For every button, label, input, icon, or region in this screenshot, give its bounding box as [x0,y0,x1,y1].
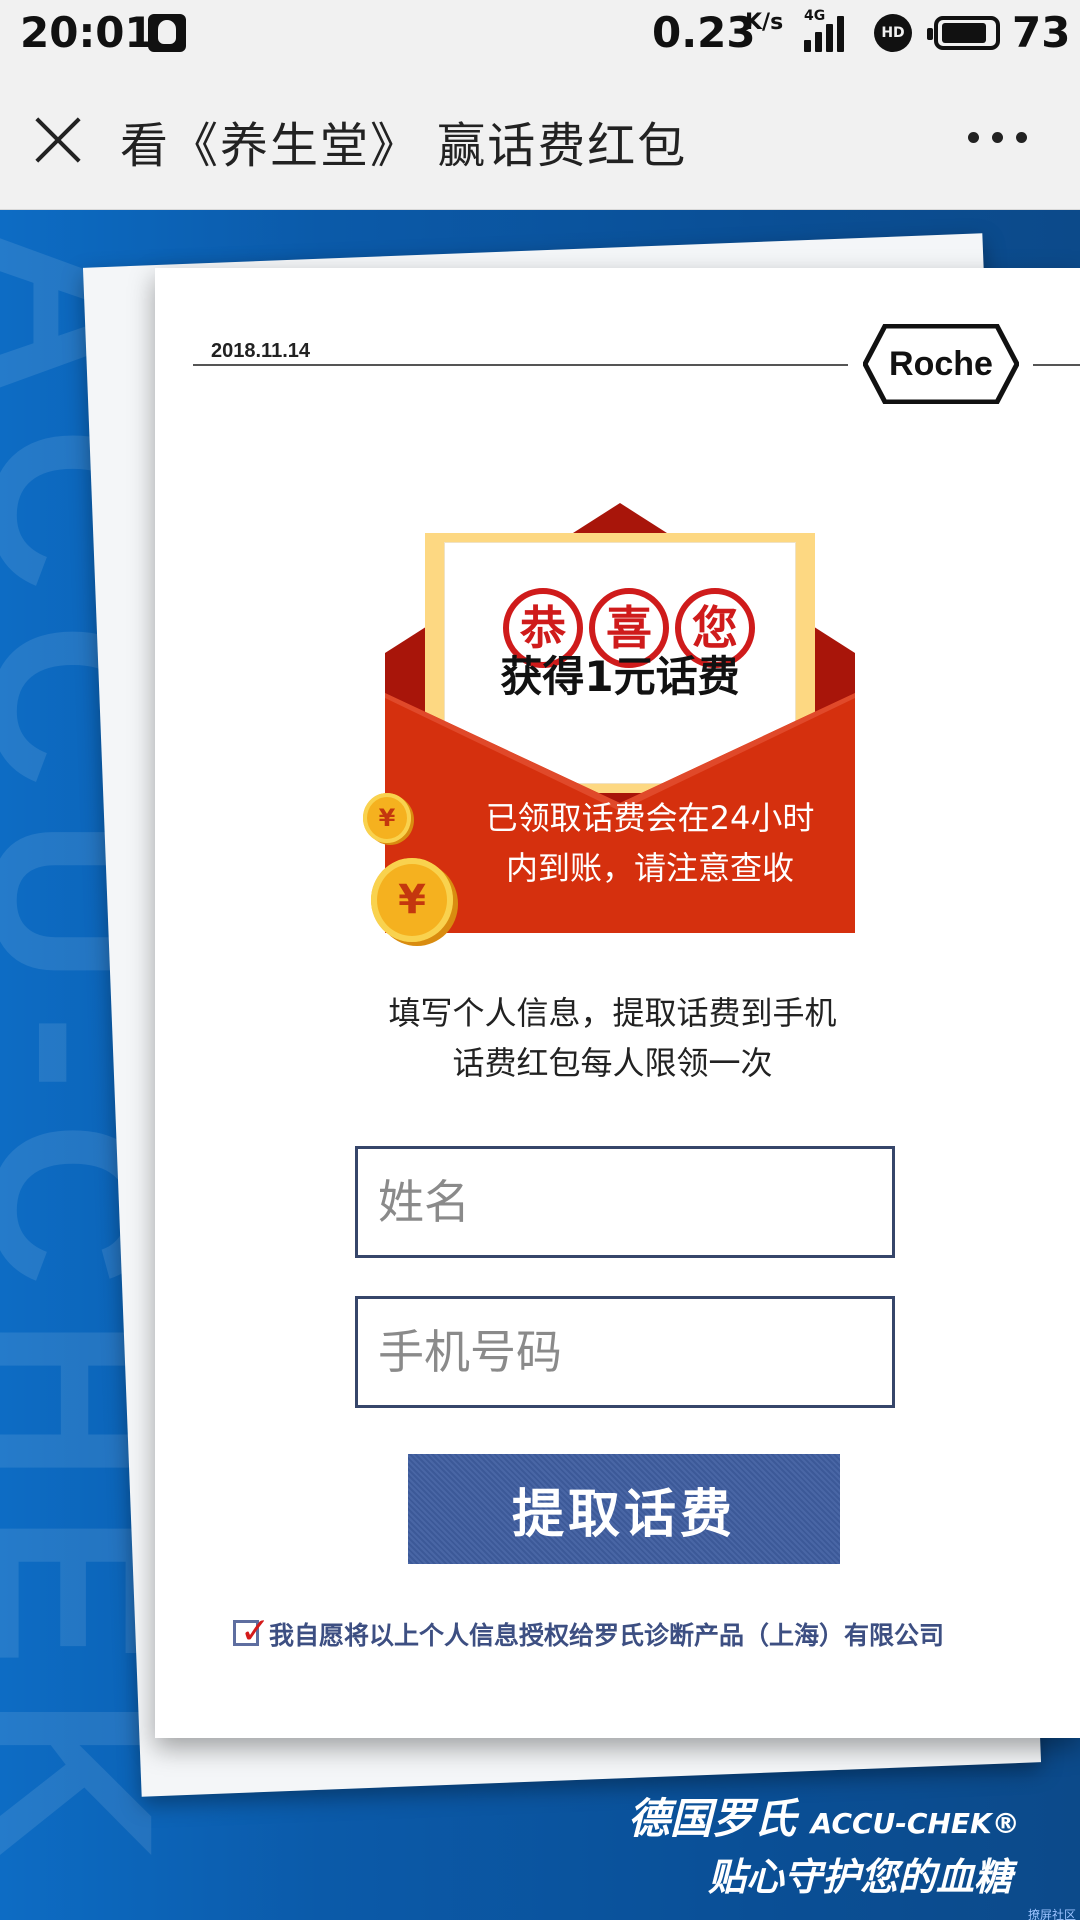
battery-level: 73 [1012,8,1071,57]
phone-input[interactable] [358,1299,892,1405]
brand-name-en: ACCU-CHEK® [810,1807,1020,1840]
brand-tagline: 贴心守护您的血糖 [708,1855,1013,1899]
consent-checkbox[interactable]: ✓ [233,1611,270,1652]
notice-text: 已领取话费会在24小时 内到账，请注意查收 [445,793,855,893]
checkmark-icon: ✓ [240,1611,271,1652]
close-icon[interactable] [34,116,82,164]
title-bar: 看《养生堂》 赢话费红包 [0,68,1080,210]
battery-icon [927,16,1000,50]
network-speed-unit: K/s [745,10,784,35]
claim-button[interactable]: 提取话费 [408,1454,840,1564]
corner-watermark: 撩屏社区 [1028,1908,1077,1920]
name-field[interactable] [355,1146,895,1258]
notice-line: 内到账，请注意查收 [505,849,794,887]
qq-notification-icon [148,14,186,52]
card: 2018.11.14 Roche 恭 喜 您 获得1元话费 已领取话费会在24小… [155,268,1080,1738]
status-bar: 20:01 0.23 K/s 4G HD 73 [0,0,1080,68]
name-input[interactable] [358,1149,892,1255]
card-date: 2018.11.14 [211,340,310,362]
brand-line: 德国罗氏 ACCU-CHEK® [628,1785,1048,1846]
consent-text: 我自愿将以上个人信息授权给罗氏诊断产品（上海）有限公司 [269,1621,945,1650]
hd-voice-icon: HD [874,14,912,52]
coin-icon: ¥ [371,858,453,942]
signal-icon [804,12,852,52]
network-speed: 0.23 [652,8,756,57]
notice-line: 已领取话费会在24小时 [485,799,815,837]
page-title: 看《养生堂》 赢话费红包 [120,118,688,174]
info-line: 填写个人信息，提取话费到手机 [388,994,837,1032]
status-time: 20:01 [20,8,154,57]
brand-slogan: 德国罗氏 ACCU-CHEK® 贴心守护您的血糖 [628,1785,1048,1901]
divider [193,364,848,366]
info-text: 填写个人信息，提取话费到手机 话费红包每人限领一次 [155,988,1080,1088]
brand-name-cn: 德国罗氏 [628,1794,797,1843]
phone-field[interactable] [355,1296,895,1408]
red-envelope: 恭 喜 您 获得1元话费 已领取话费会在24小时 内到账，请注意查收 ¥ ¥ [363,503,855,942]
coin-icon: ¥ [363,793,411,843]
roche-logo-text: Roche [889,345,993,383]
consent-row[interactable]: ✓ 我自愿将以上个人信息授权给罗氏诊断产品（上海）有限公司 [233,1611,1073,1656]
divider [1033,364,1080,366]
info-line: 话费红包每人限领一次 [452,1044,773,1082]
more-options-icon[interactable] [968,132,1028,144]
roche-logo: Roche [862,323,1020,405]
